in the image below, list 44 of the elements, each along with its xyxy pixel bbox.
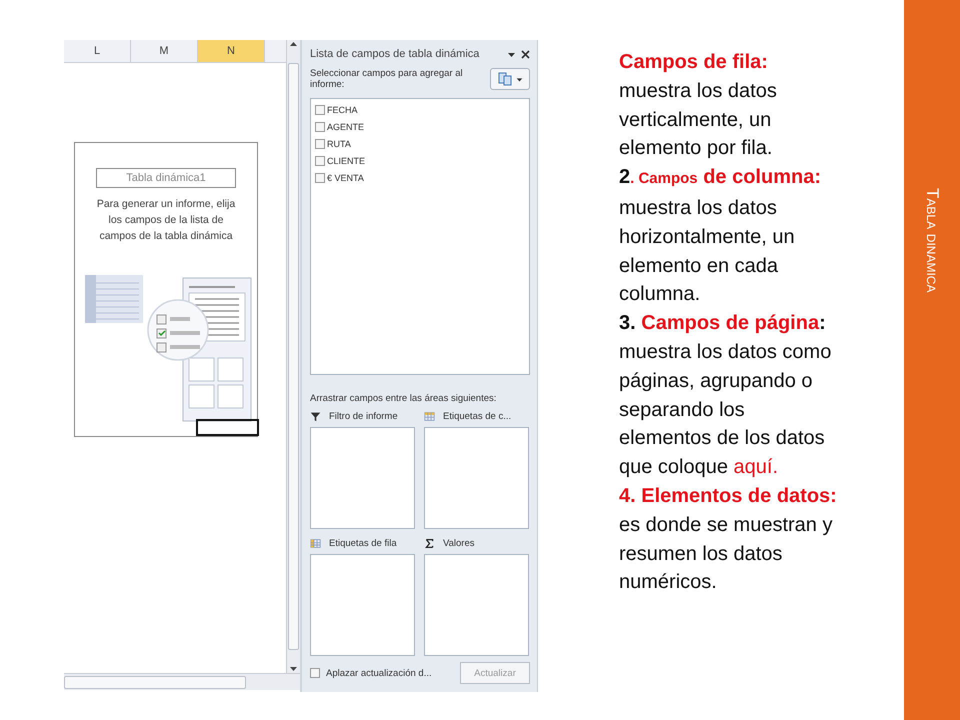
- field-item[interactable]: CLIENTE: [315, 153, 525, 169]
- close-icon[interactable]: [521, 50, 530, 58]
- drop-area[interactable]: [424, 427, 529, 529]
- caret-icon: [516, 76, 523, 82]
- checkbox[interactable]: [315, 173, 325, 183]
- layout-button[interactable]: [490, 68, 530, 90]
- checkbox[interactable]: [315, 122, 325, 132]
- pivot-table-name: Tabla dinámica1: [96, 168, 236, 188]
- checkbox[interactable]: [310, 668, 320, 678]
- sigma-icon: [424, 538, 435, 548]
- field-item[interactable]: AGENTE: [315, 119, 525, 135]
- drag-instruction: Arrastrar campos entre las áreas siguientes:: [310, 393, 498, 404]
- checkbox[interactable]: [315, 139, 325, 149]
- area-label: Valores: [443, 538, 475, 548]
- checkbox[interactable]: [315, 156, 325, 166]
- defer-label: Aplazar actualización d...: [326, 668, 433, 678]
- filter-icon: [310, 410, 321, 422]
- vertical-scrollbar[interactable]: [286, 40, 300, 673]
- field-instruction: Seleccionar campos para agregar al informe:: [310, 68, 464, 90]
- paragraph: 3. Campos de página: muestra los datos como páginas, agrupando o separando los elementos de los datos que coloque aquí.: [619, 311, 832, 480]
- field-item[interactable]: RUTA: [315, 136, 525, 152]
- column-labels-icon: [424, 410, 435, 422]
- slide-title: Tabla dinamica: [922, 188, 942, 292]
- paragraph: Campos de fila: muestra los datos verticalmente, un elemento por fila.: [619, 50, 778, 162]
- field-item[interactable]: € VENTA: [315, 170, 525, 186]
- area-label: Etiquetas de fila: [329, 538, 397, 548]
- drop-area[interactable]: [310, 554, 415, 656]
- area-label: Filtro de informe: [329, 410, 398, 422]
- column-header[interactable]: N: [198, 40, 265, 62]
- drop-area[interactable]: [310, 427, 415, 529]
- scroll-up-icon[interactable]: [289, 40, 298, 49]
- selected-cell[interactable]: [196, 419, 259, 436]
- horizontal-scrollbar[interactable]: [64, 673, 300, 690]
- field-item[interactable]: FECHA: [315, 102, 525, 118]
- drop-area[interactable]: [424, 554, 529, 656]
- documents-icon: [497, 72, 513, 86]
- paragraph: 2. Campos de columna: muestra los datos horizontalmente, un elemento en cada columna.: [619, 165, 822, 308]
- pane-title: Lista de campos de tabla dinámica: [310, 48, 480, 60]
- paragraph: 4. Elementos de datos: es donde se muestran y resumen los datos numéricos.: [619, 484, 838, 596]
- area-label: Etiquetas de c...: [443, 410, 512, 422]
- row-labels-icon: [310, 538, 321, 548]
- placeholder-message: Para generar un informe, elija los campos de la lista de campos de la tabla dinámica: [96, 197, 236, 244]
- checkbox[interactable]: [315, 105, 325, 115]
- column-header[interactable]: L: [64, 40, 131, 62]
